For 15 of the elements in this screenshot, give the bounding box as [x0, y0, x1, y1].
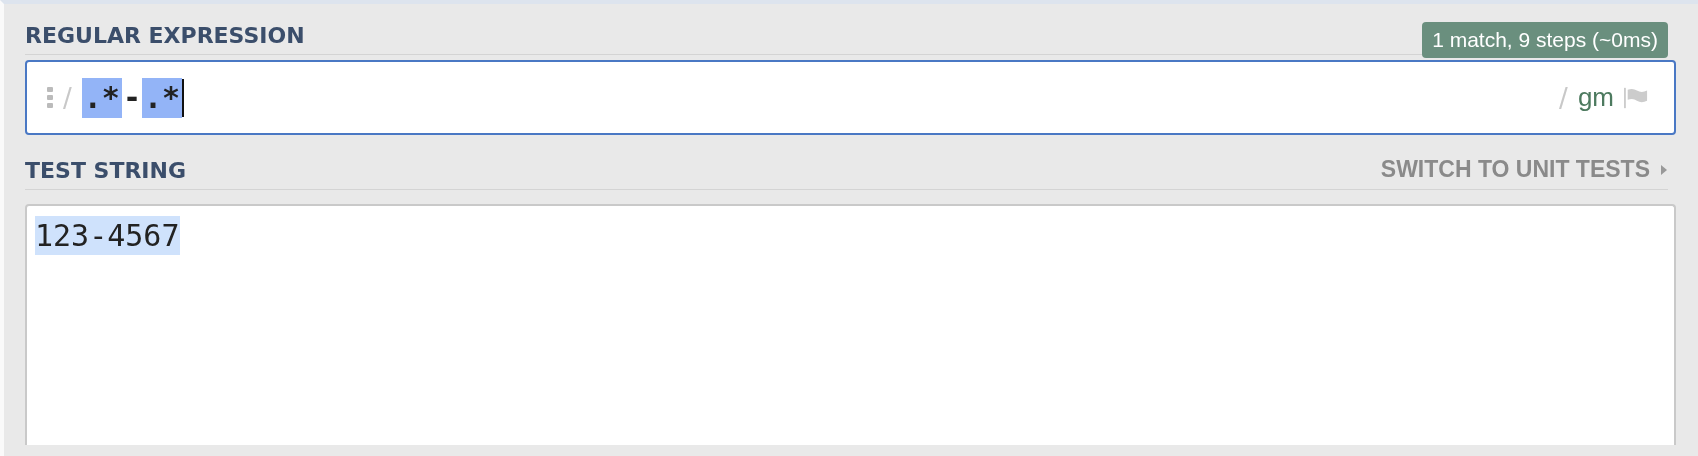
triangle-icon	[1660, 163, 1668, 176]
regex-token: -	[121, 78, 142, 117]
regex-input-field[interactable]: / .*-.* / gm	[25, 60, 1676, 135]
flag-icon[interactable]	[1624, 86, 1648, 109]
drag-handle-icon[interactable]	[47, 87, 53, 108]
section-heading: TEST STRING	[25, 158, 186, 185]
section-heading: REGULAR EXPRESSION	[25, 23, 305, 50]
match-status-badge: 1 match, 9 steps (~0ms)	[1422, 22, 1668, 58]
regex-flags[interactable]: gm	[1577, 82, 1614, 113]
delimiter: /	[63, 82, 72, 113]
regex-token: .*	[141, 77, 183, 118]
regex-token: .*	[81, 77, 122, 118]
test-text: 123-4567	[35, 216, 180, 255]
test-string-editor[interactable]: 123-4567	[25, 204, 1676, 445]
delimiter: /	[1559, 82, 1568, 113]
